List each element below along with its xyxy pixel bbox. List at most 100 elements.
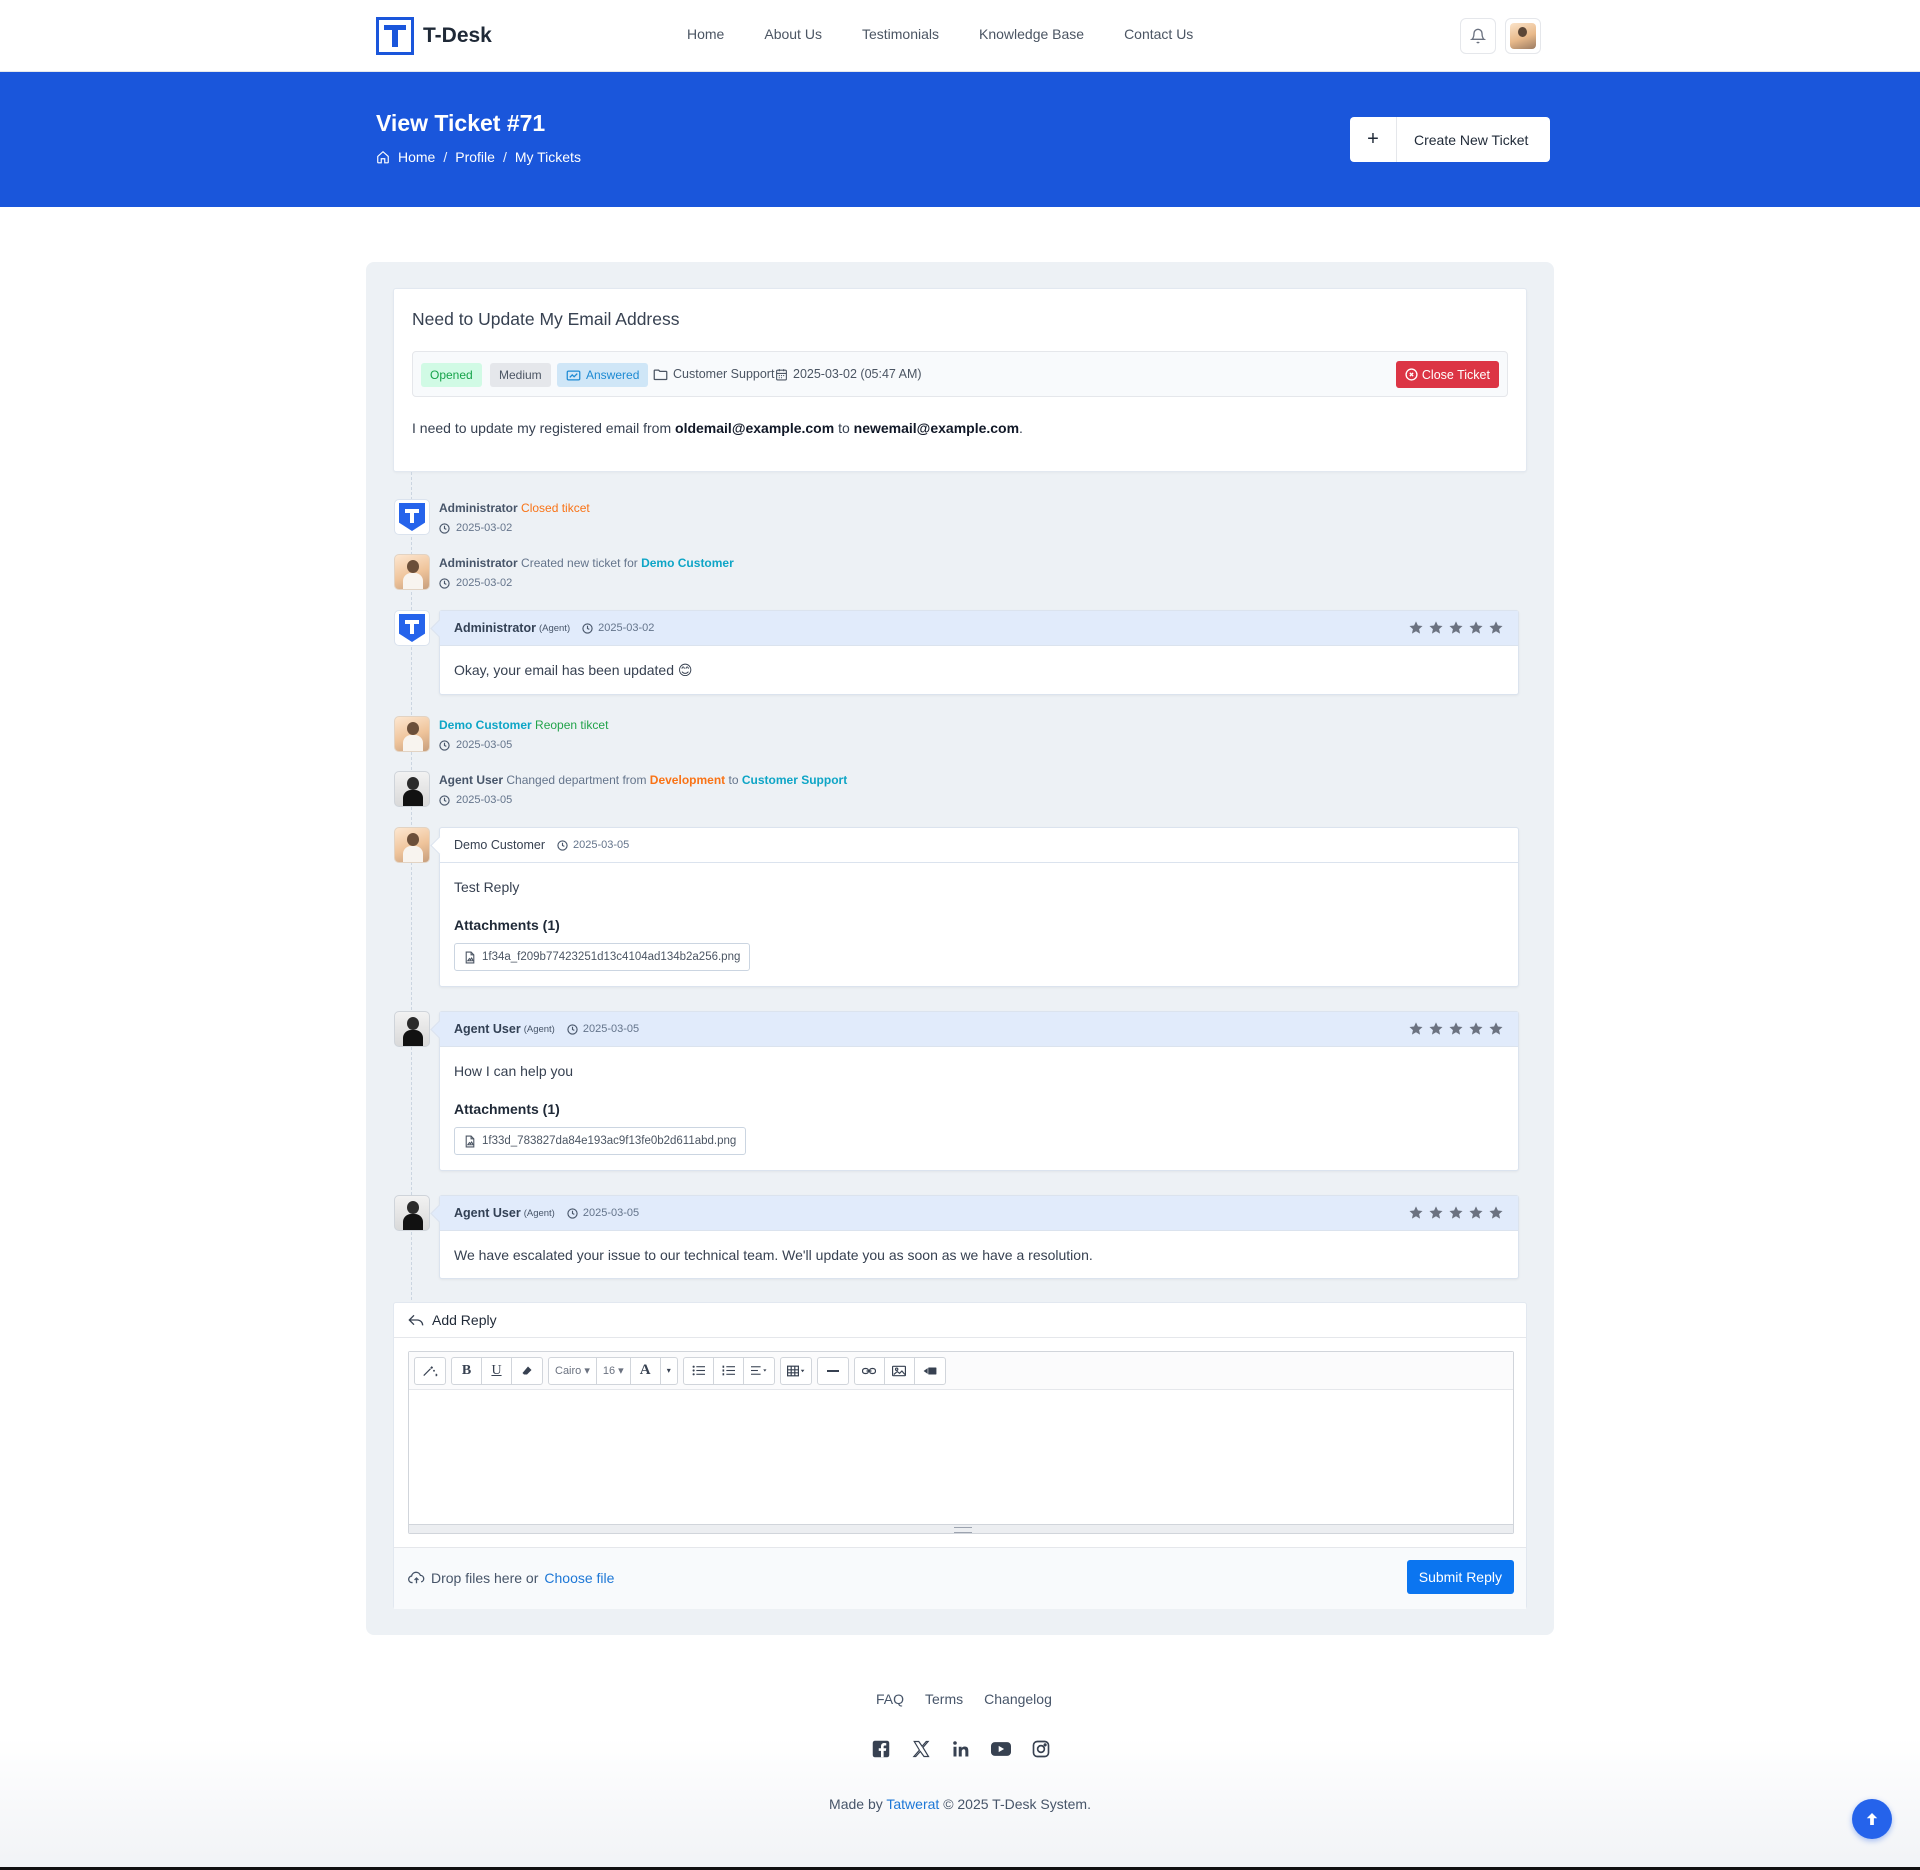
close-circle-icon bbox=[1405, 368, 1418, 381]
add-reply-title: Add Reply bbox=[432, 1312, 497, 1328]
activity-date: 2025-03-02 bbox=[439, 522, 512, 534]
reply-body: Okay, your email has been updated 😊 bbox=[454, 662, 693, 678]
star-rating[interactable] bbox=[1408, 620, 1504, 636]
font-family-select[interactable]: Cairo ▾ bbox=[549, 1357, 597, 1384]
nav-home[interactable]: Home bbox=[687, 26, 724, 42]
nav-about-us[interactable]: About Us bbox=[764, 26, 822, 42]
add-reply-header: Add Reply bbox=[394, 1303, 1526, 1338]
reply-header: Agent User (Agent) 2025-03-05 bbox=[440, 1012, 1518, 1047]
star-icon[interactable] bbox=[1468, 1021, 1484, 1037]
activity-date-text: 2025-03-05 bbox=[456, 794, 513, 806]
activity-date: 2025-03-05 bbox=[439, 739, 512, 751]
reply-card: Agent User (Agent) 2025-03-05 How I can … bbox=[439, 1011, 1519, 1171]
bullet-list-button[interactable] bbox=[684, 1357, 714, 1384]
activity-actor[interactable]: Demo Customer bbox=[439, 718, 532, 732]
star-icon[interactable] bbox=[1488, 1021, 1504, 1037]
reply-editor-area[interactable] bbox=[409, 1390, 1513, 1525]
attachment-file[interactable]: 1f33d_783827da84e193ac9f13fe0b2d611abd.p… bbox=[454, 1127, 747, 1155]
youtube-icon[interactable] bbox=[990, 1738, 1012, 1760]
star-icon[interactable] bbox=[1428, 620, 1444, 636]
scroll-to-top-button[interactable] bbox=[1852, 1799, 1892, 1839]
star-icon[interactable] bbox=[1448, 620, 1464, 636]
underline-button[interactable]: U bbox=[482, 1357, 512, 1384]
font-color-button[interactable]: A bbox=[631, 1357, 661, 1384]
reply-body: How I can help you bbox=[454, 1063, 574, 1079]
nav-knowledge-base[interactable]: Knowledge Base bbox=[979, 26, 1084, 42]
instagram-icon[interactable] bbox=[1030, 1738, 1052, 1760]
star-icon[interactable] bbox=[1428, 1205, 1444, 1221]
font-family-value: Cairo bbox=[555, 1364, 582, 1377]
star-icon[interactable] bbox=[1448, 1205, 1464, 1221]
reply-date-text: 2025-03-05 bbox=[573, 839, 630, 851]
department-label: Customer Support bbox=[673, 367, 775, 381]
star-icon[interactable] bbox=[1448, 1021, 1464, 1037]
ticket-body-text: to bbox=[838, 420, 850, 436]
reply-arrow-icon bbox=[408, 1314, 424, 1326]
breadcrumb-profile[interactable]: Profile bbox=[455, 149, 495, 165]
file-image-icon bbox=[465, 951, 475, 963]
star-icon[interactable] bbox=[1408, 620, 1424, 636]
attachments-title: Attachments (1) bbox=[454, 1101, 560, 1117]
create-new-ticket-label: Create New Ticket bbox=[1414, 131, 1529, 148]
bullet-list-icon bbox=[692, 1365, 705, 1376]
old-email: oldemail@example.com bbox=[675, 420, 835, 436]
top-navbar: T-Desk Home About Us Testimonials Knowle… bbox=[0, 0, 1920, 72]
linkedin-icon[interactable] bbox=[950, 1738, 972, 1760]
footer-link-faq[interactable]: FAQ bbox=[876, 1691, 904, 1707]
create-new-ticket-button[interactable]: + Create New Ticket bbox=[1350, 117, 1551, 162]
activity-item: Administrator Created new ticket for Dem… bbox=[439, 556, 734, 570]
file-dropzone[interactable]: Drop files here or Choose file bbox=[408, 1570, 614, 1586]
brand-logo[interactable]: T-Desk bbox=[376, 17, 492, 55]
font-size-value: 16 bbox=[602, 1364, 616, 1377]
font-size-select[interactable]: 16 ▾ bbox=[597, 1357, 631, 1384]
insert-video-button[interactable] bbox=[915, 1358, 945, 1384]
credit-prefix: Made by bbox=[829, 1796, 883, 1812]
breadcrumb: Home / Profile / My Tickets bbox=[376, 149, 581, 165]
nav-contact-us[interactable]: Contact Us bbox=[1124, 26, 1193, 42]
notifications-button[interactable] bbox=[1460, 18, 1496, 54]
footer-link-terms[interactable]: Terms bbox=[925, 1691, 963, 1707]
clear-format-button[interactable] bbox=[512, 1358, 542, 1384]
credit-link[interactable]: Tatwerat bbox=[886, 1796, 939, 1812]
activity-target[interactable]: Demo Customer bbox=[641, 556, 734, 570]
horizontal-rule-button[interactable] bbox=[818, 1358, 848, 1384]
star-rating[interactable] bbox=[1408, 1205, 1504, 1221]
arrow-up-icon bbox=[1866, 1813, 1878, 1825]
editor-resize-handle[interactable] bbox=[409, 1524, 1513, 1533]
video-icon bbox=[923, 1367, 937, 1374]
nav-testimonials[interactable]: Testimonials bbox=[862, 26, 939, 42]
facebook-icon[interactable] bbox=[870, 1738, 892, 1760]
bold-button[interactable]: B bbox=[452, 1357, 482, 1384]
submit-reply-button[interactable]: Submit Reply bbox=[1406, 1560, 1514, 1594]
star-icon[interactable] bbox=[1468, 620, 1484, 636]
clock-icon bbox=[582, 622, 593, 634]
choose-file-link[interactable]: Choose file bbox=[544, 1570, 614, 1586]
font-color-dropdown[interactable]: ▾ bbox=[661, 1358, 677, 1384]
numbered-list-button[interactable] bbox=[714, 1357, 744, 1384]
table-button[interactable] bbox=[781, 1358, 811, 1384]
x-icon[interactable] bbox=[910, 1738, 932, 1760]
avatar bbox=[394, 554, 430, 590]
star-icon[interactable] bbox=[1408, 1021, 1424, 1037]
star-icon[interactable] bbox=[1428, 1021, 1444, 1037]
reply-date: 2025-03-05 bbox=[557, 839, 629, 851]
star-icon[interactable] bbox=[1468, 1205, 1484, 1221]
insert-image-button[interactable] bbox=[885, 1357, 915, 1384]
close-ticket-button[interactable]: Close Ticket bbox=[1395, 361, 1499, 388]
paragraph-align-button[interactable] bbox=[744, 1358, 774, 1384]
star-icon[interactable] bbox=[1488, 620, 1504, 636]
breadcrumb-my-tickets[interactable]: My Tickets bbox=[515, 149, 581, 165]
footer-link-changelog[interactable]: Changelog bbox=[984, 1691, 1052, 1707]
activity-date-text: 2025-03-02 bbox=[456, 522, 513, 534]
insert-link-button[interactable] bbox=[855, 1357, 885, 1384]
star-icon[interactable] bbox=[1488, 1205, 1504, 1221]
breadcrumb-home[interactable]: Home bbox=[398, 149, 435, 165]
star-icon[interactable] bbox=[1408, 1205, 1424, 1221]
style-magic-button[interactable] bbox=[415, 1358, 445, 1384]
attachment-file[interactable]: 1f34a_f209b77423251d13c4104ad134b2a256.p… bbox=[454, 943, 751, 971]
logo-mark-icon bbox=[376, 17, 414, 55]
activity-action: Changed department from bbox=[506, 773, 647, 787]
star-rating[interactable] bbox=[1408, 1021, 1504, 1037]
clock-icon bbox=[567, 1207, 578, 1219]
user-menu-button[interactable] bbox=[1505, 18, 1541, 54]
